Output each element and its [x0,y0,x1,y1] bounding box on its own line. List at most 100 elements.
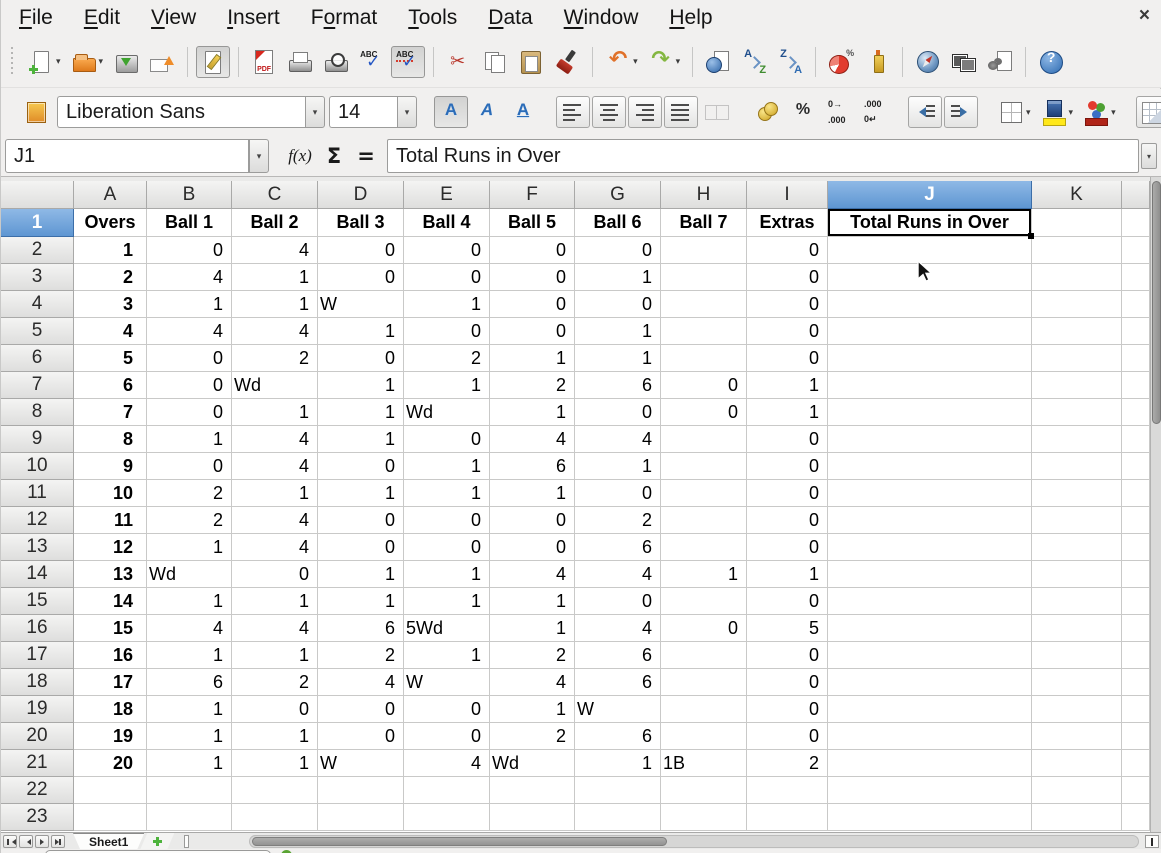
cell-C5[interactable]: 4 [232,318,318,345]
background-color-button[interactable]: ▾ [1037,96,1078,128]
cell-X15[interactable] [1122,588,1150,615]
cell-A16[interactable]: 15 [74,615,147,642]
cell-I18[interactable]: 0 [747,669,828,696]
dropdown-caret-icon[interactable]: ▾ [633,56,638,67]
cell-H20[interactable] [661,723,747,750]
cell-B16[interactable]: 4 [147,615,232,642]
cell-X18[interactable] [1122,669,1150,696]
show-draw-functions-button[interactable] [860,46,894,78]
align-justify-button[interactable] [664,96,698,128]
horizontal-scrollbar-thumb[interactable] [252,837,667,846]
row-header-17[interactable]: 17 [1,642,74,669]
cell-G12[interactable]: 2 [575,507,661,534]
underline-button[interactable]: A [506,96,540,128]
cell-B23[interactable] [147,804,232,831]
cell-A8[interactable]: 7 [74,399,147,426]
cell-J1[interactable]: Total Runs in Over [828,209,1032,237]
cell-G18[interactable]: 6 [575,669,661,696]
cell-B11[interactable]: 2 [147,480,232,507]
menu-item-window[interactable]: Window [564,6,639,30]
cell-K10[interactable] [1032,453,1122,480]
cell-X11[interactable] [1122,480,1150,507]
cell-D16[interactable]: 6 [318,615,404,642]
cell-H7[interactable]: 0 [661,372,747,399]
cell-K20[interactable] [1032,723,1122,750]
cell-X20[interactable] [1122,723,1150,750]
cell-J3[interactable] [828,264,1032,291]
row-header-10[interactable]: 10 [1,453,74,480]
row-header-5[interactable]: 5 [1,318,74,345]
cell-G1[interactable]: Ball 6 [575,209,661,237]
cell-D5[interactable]: 1 [318,318,404,345]
cell-J8[interactable] [828,399,1032,426]
cell-D12[interactable]: 0 [318,507,404,534]
borders-button[interactable]: ▾ [994,96,1035,128]
cell-I7[interactable]: 1 [747,372,828,399]
cell-C8[interactable]: 1 [232,399,318,426]
align-right-button[interactable] [628,96,662,128]
copy-button[interactable] [478,46,512,78]
row-header-8[interactable]: 8 [1,399,74,426]
cell-D23[interactable] [318,804,404,831]
cell-A3[interactable]: 2 [74,264,147,291]
cell-H9[interactable] [661,426,747,453]
cell-E18[interactable]: W [404,669,490,696]
increase-indent-button[interactable] [944,96,978,128]
cell-H15[interactable] [661,588,747,615]
cell-H13[interactable] [661,534,747,561]
cell-C12[interactable]: 4 [232,507,318,534]
open-button[interactable]: ▾ [67,46,108,78]
cell-I17[interactable]: 0 [747,642,828,669]
cell-B19[interactable]: 1 [147,696,232,723]
cell-I16[interactable]: 5 [747,615,828,642]
cell-H5[interactable] [661,318,747,345]
cell-A17[interactable]: 16 [74,642,147,669]
cell-A6[interactable]: 5 [74,345,147,372]
cell-J16[interactable] [828,615,1032,642]
cell-A5[interactable]: 4 [74,318,147,345]
cell-X3[interactable] [1122,264,1150,291]
cell-H8[interactable]: 0 [661,399,747,426]
row-header-18[interactable]: 18 [1,669,74,696]
cell-F22[interactable] [490,777,575,804]
cell-G8[interactable]: 0 [575,399,661,426]
column-header-E[interactable]: E [404,181,490,209]
cell-K6[interactable] [1032,345,1122,372]
cell-E4[interactable]: 1 [404,291,490,318]
cell-K5[interactable] [1032,318,1122,345]
row-header-2[interactable]: 2 [1,237,74,264]
cell-I4[interactable]: 0 [747,291,828,318]
cell-I10[interactable]: 0 [747,453,828,480]
cell-I8[interactable]: 1 [747,399,828,426]
cell-D18[interactable]: 4 [318,669,404,696]
cell-I11[interactable]: 0 [747,480,828,507]
cell-I21[interactable]: 2 [747,750,828,777]
cell-B10[interactable]: 0 [147,453,232,480]
cell-A1[interactable]: Overs [74,209,147,237]
cell-G13[interactable]: 6 [575,534,661,561]
cell-A4[interactable]: 3 [74,291,147,318]
cell-J23[interactable] [828,804,1032,831]
cell-A13[interactable]: 12 [74,534,147,561]
vertical-scrollbar[interactable] [1150,177,1161,832]
cell-H11[interactable] [661,480,747,507]
styles-button[interactable] [20,96,54,128]
undo-button[interactable]: ↶▾ [601,46,642,78]
cell-J2[interactable] [828,237,1032,264]
cell-F8[interactable]: 1 [490,399,575,426]
new-document-button[interactable]: ▾ [24,46,65,78]
cell-B18[interactable]: 6 [147,669,232,696]
vertical-scrollbar-thumb[interactable] [1152,181,1161,424]
cell-G10[interactable]: 1 [575,453,661,480]
cell-A20[interactable]: 19 [74,723,147,750]
cell-K3[interactable] [1032,264,1122,291]
cell-G7[interactable]: 6 [575,372,661,399]
cell-J14[interactable] [828,561,1032,588]
cell-I6[interactable]: 0 [747,345,828,372]
cell-G2[interactable]: 0 [575,237,661,264]
cell-D19[interactable]: 0 [318,696,404,723]
save-button[interactable] [109,46,143,78]
cell-C3[interactable]: 1 [232,264,318,291]
cell-G15[interactable]: 0 [575,588,661,615]
cell-G9[interactable]: 4 [575,426,661,453]
